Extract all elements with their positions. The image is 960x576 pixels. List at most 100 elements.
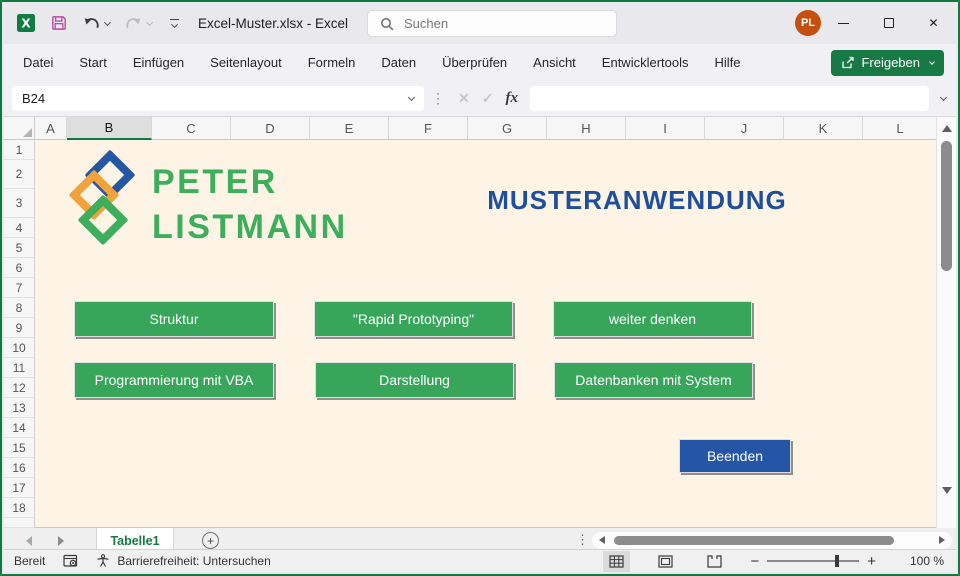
row-header-17[interactable]: 17 — [4, 478, 34, 498]
beenden-button[interactable]: Beenden — [679, 439, 791, 473]
column-header-l[interactable]: L — [863, 117, 938, 140]
tab-einfügen[interactable]: Einfügen — [120, 44, 197, 81]
zoom-slider-thumb[interactable] — [835, 555, 839, 567]
add-sheet-button[interactable]: + — [202, 532, 219, 549]
struktur-button[interactable]: Struktur — [74, 301, 274, 337]
row-header-9[interactable]: 9 — [4, 318, 34, 338]
select-all-button[interactable] — [4, 117, 35, 140]
accessibility-checker-button[interactable] — [96, 554, 110, 568]
column-header-b[interactable]: B — [67, 117, 152, 140]
row-header-15[interactable]: 15 — [4, 438, 34, 458]
minimize-button[interactable] — [821, 2, 866, 44]
column-header-a[interactable]: A — [35, 117, 67, 140]
cancel-entry-button[interactable]: ✕ — [452, 90, 476, 107]
horizontal-scroll-thumb[interactable] — [614, 536, 894, 545]
chevron-down-icon — [929, 59, 935, 65]
next-sheet-icon[interactable] — [58, 536, 64, 546]
vertical-scrollbar[interactable] — [936, 117, 956, 528]
macro-record-button[interactable] — [63, 554, 78, 568]
row-header-partial[interactable] — [4, 518, 34, 528]
scroll-up-icon[interactable] — [942, 125, 952, 132]
zoom-out-button[interactable]: − — [742, 553, 767, 570]
normal-view-button[interactable] — [603, 551, 630, 572]
logo-line2: LISTMANN — [152, 205, 348, 250]
datenbanken-mit-system-button[interactable]: Datenbanken mit System — [554, 362, 753, 398]
quick-access-toolbar-menu[interactable] — [168, 19, 180, 27]
row-header-5[interactable]: 5 — [4, 238, 34, 258]
zoom-slider[interactable] — [767, 560, 859, 562]
horizontal-scrollbar[interactable] — [592, 532, 952, 549]
scroll-right-icon[interactable] — [939, 536, 945, 544]
maximize-icon — [884, 18, 894, 28]
insert-function-button[interactable]: fx — [499, 90, 524, 107]
undo-icon — [82, 15, 101, 32]
search-input[interactable]: Suchen — [367, 10, 617, 37]
avatar[interactable]: PL — [795, 10, 821, 36]
close-button[interactable]: ✕ — [911, 2, 956, 44]
weiter-denken-button[interactable]: weiter denken — [553, 301, 752, 337]
chevron-down-icon — [170, 21, 177, 28]
row-header-11[interactable]: 11 — [4, 358, 34, 378]
tabbar-divider[interactable]: ⋮ — [576, 532, 589, 548]
tab-formeln[interactable]: Formeln — [295, 44, 369, 81]
page-layout-icon — [658, 555, 673, 568]
zoom-level[interactable]: 100 % — [892, 554, 944, 568]
rapid-prototyping-button[interactable]: "Rapid Prototyping" — [314, 301, 513, 337]
chevron-down-icon[interactable] — [408, 94, 415, 101]
row-header-18[interactable]: 18 — [4, 498, 34, 518]
formula-input[interactable] — [530, 86, 929, 111]
scroll-down-icon[interactable] — [942, 487, 952, 494]
row-header-2[interactable]: 2 — [4, 160, 34, 189]
maximize-button[interactable] — [866, 2, 911, 44]
redo-dropdown-icon[interactable] — [146, 18, 153, 25]
tab-datei[interactable]: Datei — [10, 44, 66, 81]
undo-dropdown-icon[interactable] — [104, 18, 111, 25]
row-header-6[interactable]: 6 — [4, 258, 34, 278]
share-button[interactable]: Freigeben — [831, 50, 944, 76]
accept-entry-button[interactable]: ✓ — [476, 90, 500, 107]
vertical-scroll-thumb[interactable] — [941, 141, 952, 271]
formula-bar-row: B24 ⋮ ✕ ✓ fx — [4, 81, 956, 117]
column-header-e[interactable]: E — [310, 117, 389, 140]
column-header-d[interactable]: D — [231, 117, 310, 140]
name-box[interactable]: B24 — [12, 86, 424, 111]
tab-ansicht[interactable]: Ansicht — [520, 44, 589, 81]
row-header-4[interactable]: 4 — [4, 218, 34, 238]
row-header-1[interactable]: 1 — [4, 140, 34, 160]
column-header-i[interactable]: I — [626, 117, 705, 140]
row-header-8[interactable]: 8 — [4, 298, 34, 318]
page-break-icon — [707, 555, 722, 568]
save-button[interactable] — [50, 14, 68, 32]
redo-button[interactable] — [124, 15, 152, 32]
close-icon: ✕ — [928, 16, 938, 30]
row-header-12[interactable]: 12 — [4, 378, 34, 398]
row-header-13[interactable]: 13 — [4, 398, 34, 418]
column-header-c[interactable]: C — [152, 117, 231, 140]
row-header-10[interactable]: 10 — [4, 338, 34, 358]
page-layout-view-button[interactable] — [652, 551, 679, 572]
previous-sheet-icon[interactable] — [26, 536, 32, 546]
scroll-left-icon[interactable] — [599, 536, 605, 544]
tab-entwicklertools[interactable]: Entwicklertools — [589, 44, 702, 81]
column-header-h[interactable]: H — [547, 117, 626, 140]
darstellung-button[interactable]: Darstellung — [315, 362, 514, 398]
worksheet-canvas[interactable]: PETER LISTMANN MUSTERANWENDUNG Struktur"… — [35, 140, 938, 528]
expand-formula-bar-icon[interactable] — [940, 94, 947, 101]
row-header-16[interactable]: 16 — [4, 458, 34, 478]
row-header-7[interactable]: 7 — [4, 278, 34, 298]
row-header-14[interactable]: 14 — [4, 418, 34, 438]
tab-überprüfen[interactable]: Überprüfen — [429, 44, 520, 81]
zoom-in-button[interactable]: + — [859, 553, 884, 570]
tab-seitenlayout[interactable]: Seitenlayout — [197, 44, 295, 81]
row-header-3[interactable]: 3 — [4, 189, 34, 218]
column-header-f[interactable]: F — [389, 117, 468, 140]
tab-start[interactable]: Start — [66, 44, 119, 81]
column-header-g[interactable]: G — [468, 117, 547, 140]
tab-daten[interactable]: Daten — [368, 44, 429, 81]
tab-hilfe[interactable]: Hilfe — [702, 44, 754, 81]
column-header-k[interactable]: K — [784, 117, 863, 140]
undo-button[interactable] — [82, 15, 110, 32]
programmierung-mit-vba-button[interactable]: Programmierung mit VBA — [74, 362, 274, 398]
page-break-view-button[interactable] — [701, 551, 728, 572]
column-header-j[interactable]: J — [705, 117, 784, 140]
